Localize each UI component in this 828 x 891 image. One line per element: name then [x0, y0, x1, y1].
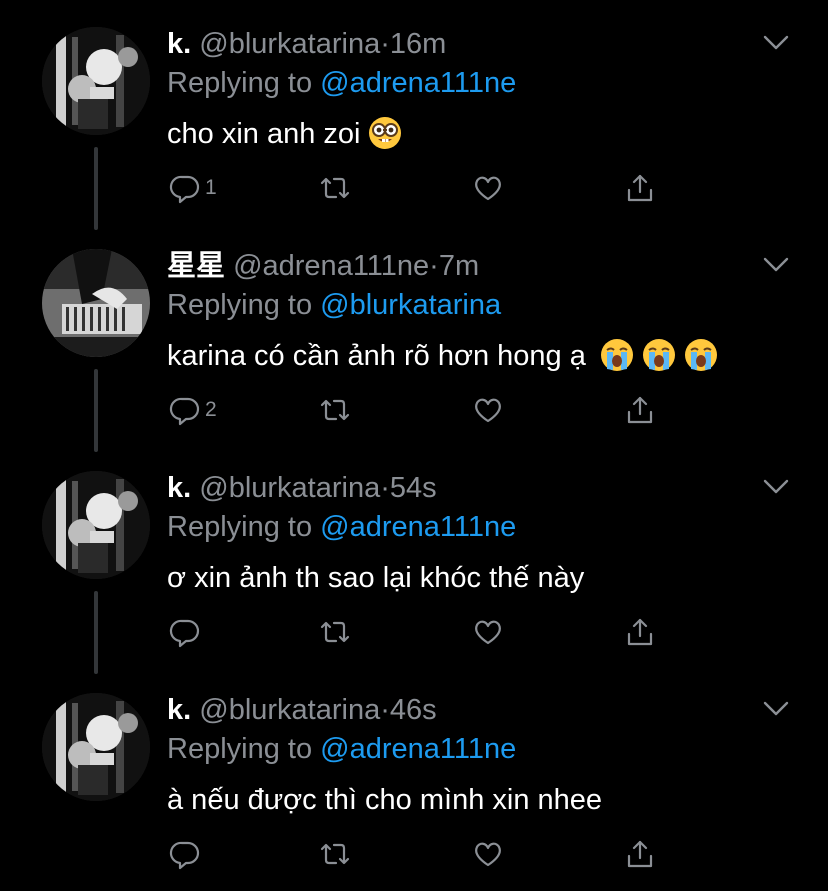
avatar[interactable] — [42, 693, 150, 801]
display-name[interactable]: k. — [167, 28, 191, 60]
tweet-header: 星星 @adrena111ne·7m — [167, 249, 479, 283]
timestamp[interactable]: 16m — [390, 28, 446, 60]
tweet-actions: 1 — [167, 170, 667, 206]
retweet-button[interactable] — [319, 392, 351, 428]
share-icon — [624, 616, 656, 648]
tweet-header: k. @blurkatarina·54s — [167, 471, 437, 505]
tweet-actions: 2 — [167, 392, 667, 428]
user-handle[interactable]: @blurkatarina — [199, 472, 380, 504]
display-name[interactable]: k. — [167, 472, 191, 504]
tweet-text-content: à nếu được thì cho mình xin nhee — [167, 784, 603, 816]
tweet[interactable]: k. @blurkatarina·46s Replying to @adrena… — [0, 666, 828, 888]
replying-to-label: Replying to — [167, 289, 313, 321]
timestamp[interactable]: 7m — [439, 250, 479, 282]
share-icon — [624, 394, 656, 426]
display-name[interactable]: 星星 — [167, 250, 225, 282]
reply-count: 2 — [205, 398, 217, 421]
replying-to-link[interactable]: @adrena111ne — [320, 733, 516, 765]
replying-to-link[interactable]: @adrena111ne — [320, 67, 516, 99]
retweet-button[interactable] — [319, 614, 351, 650]
like-icon — [472, 394, 504, 426]
user-handle[interactable]: @blurkatarina — [199, 28, 380, 60]
retweet-icon — [319, 616, 351, 648]
tweet-actions — [167, 836, 667, 872]
replying-to: Replying to @adrena111ne — [167, 732, 516, 766]
avatar[interactable] — [42, 249, 150, 357]
separator: · — [380, 694, 390, 726]
share-button[interactable] — [624, 392, 656, 428]
replying-to: Replying to @blurkatarina — [167, 288, 501, 322]
like-button[interactable] — [472, 170, 504, 206]
reply-icon — [169, 394, 201, 426]
avatar[interactable] — [42, 471, 150, 579]
like-button[interactable] — [472, 392, 504, 428]
replying-to-link[interactable]: @adrena111ne — [320, 511, 516, 543]
loudly-crying-face-emoji — [684, 338, 718, 372]
retweet-icon — [319, 172, 351, 204]
tweet-text: ơ xin ảnh th sao lại khóc thế này — [167, 560, 584, 596]
replying-to-link[interactable]: @blurkatarina — [320, 289, 501, 321]
thread-line — [94, 591, 98, 674]
replying-to-label: Replying to — [167, 511, 313, 543]
retweet-icon — [319, 394, 351, 426]
reply-button[interactable] — [169, 614, 201, 650]
reply-button[interactable]: 1 — [169, 170, 217, 206]
tweet-text-content: ơ xin ảnh th sao lại khóc thế này — [167, 562, 585, 594]
like-button[interactable] — [472, 836, 504, 872]
thread-line — [94, 147, 98, 230]
timestamp[interactable]: 46s — [390, 694, 437, 726]
tweet-actions — [167, 614, 667, 650]
share-button[interactable] — [624, 614, 656, 650]
replying-to-label: Replying to — [167, 67, 313, 99]
chevron-down-icon[interactable] — [763, 478, 789, 496]
reply-count: 1 — [205, 176, 217, 199]
like-icon — [472, 838, 504, 870]
retweet-icon — [319, 838, 351, 870]
display-name[interactable]: k. — [167, 694, 191, 726]
avatar[interactable] — [42, 27, 150, 135]
share-icon — [624, 172, 656, 204]
replying-to: Replying to @adrena111ne — [167, 66, 516, 100]
reply-thread: k. @blurkatarina·16m Replying to @adrena… — [0, 0, 828, 891]
retweet-button[interactable] — [319, 836, 351, 872]
chevron-down-icon[interactable] — [763, 700, 789, 718]
reply-icon — [169, 172, 201, 204]
tweet-header: k. @blurkatarina·16m — [167, 27, 446, 61]
loudly-crying-face-emoji — [600, 338, 634, 372]
reply-icon — [169, 616, 201, 648]
tweet[interactable]: 星星 @adrena111ne·7m Replying to @blurkata… — [0, 222, 828, 452]
reply-button[interactable]: 2 — [169, 392, 217, 428]
thread-line — [94, 369, 98, 452]
separator: · — [380, 28, 390, 60]
tweet[interactable]: k. @blurkatarina·16m Replying to @adrena… — [0, 0, 828, 230]
user-handle[interactable]: @blurkatarina — [199, 694, 380, 726]
nerd-face-emoji — [368, 116, 402, 150]
share-icon — [624, 838, 656, 870]
replying-to: Replying to @adrena111ne — [167, 510, 516, 544]
separator: · — [429, 250, 439, 282]
tweet-text: karina có cần ảnh rõ hơn hong ạ — [167, 338, 718, 374]
tweet-text-content: cho xin anh zoi — [167, 118, 361, 150]
share-button[interactable] — [624, 170, 656, 206]
like-button[interactable] — [472, 614, 504, 650]
tweet-text-content: karina có cần ảnh rõ hơn hong ạ — [167, 340, 586, 372]
like-icon — [472, 616, 504, 648]
share-button[interactable] — [624, 836, 656, 872]
like-icon — [472, 172, 504, 204]
user-handle[interactable]: @adrena111ne — [233, 250, 429, 282]
timestamp[interactable]: 54s — [390, 472, 437, 504]
tweet-text: à nếu được thì cho mình xin nhee — [167, 782, 602, 818]
loudly-crying-face-emoji — [642, 338, 676, 372]
reply-button[interactable] — [169, 836, 201, 872]
retweet-button[interactable] — [319, 170, 351, 206]
chevron-down-icon[interactable] — [763, 256, 789, 274]
separator: · — [380, 472, 390, 504]
replying-to-label: Replying to — [167, 733, 313, 765]
reply-icon — [169, 838, 201, 870]
chevron-down-icon[interactable] — [763, 34, 789, 52]
tweet[interactable]: k. @blurkatarina·54s Replying to @adrena… — [0, 444, 828, 674]
tweet-header: k. @blurkatarina·46s — [167, 693, 437, 727]
tweet-text: cho xin anh zoi — [167, 116, 402, 152]
